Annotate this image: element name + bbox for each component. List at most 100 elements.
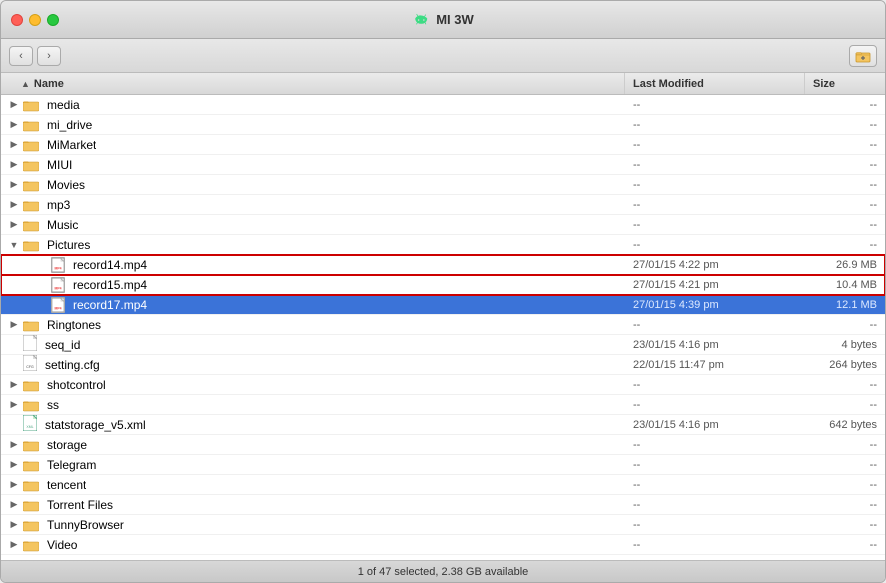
svg-text:MP4: MP4 <box>54 286 61 290</box>
list-item[interactable]: ▶ mi_drive---- <box>1 115 885 135</box>
expand-arrow-icon[interactable]: ▶ <box>9 179 19 190</box>
file-name-cell: ▶ mp3 <box>1 198 625 212</box>
list-item[interactable]: ▼ Pictures---- <box>1 235 885 255</box>
expand-arrow-icon[interactable]: ▶ <box>9 199 19 210</box>
expand-arrow-icon[interactable]: ▶ <box>9 439 19 450</box>
modified-column-header[interactable]: Last Modified <box>625 73 805 94</box>
file-name-cell: ▶ shotcontrol <box>1 378 625 392</box>
file-modified-cell: -- <box>625 559 805 561</box>
file-name-cell: XML statstorage_v5.xml <box>1 415 625 434</box>
expand-arrow-icon[interactable]: ▶ <box>9 319 19 330</box>
list-item[interactable]: ▶ storage---- <box>1 435 885 455</box>
file-name-cell: ▶ MiMarket <box>1 138 625 152</box>
list-item[interactable]: ▶ media---- <box>1 95 885 115</box>
file-name-text: record15.mp4 <box>73 278 147 292</box>
file-name-text: shotcontrol <box>47 378 106 392</box>
file-name-text: Music <box>47 218 78 232</box>
expand-arrow-icon[interactable]: ▼ <box>9 240 19 250</box>
file-size-cell: 10.4 MB <box>805 279 885 291</box>
folder-icon <box>23 558 39 561</box>
file-name-cell: ▶ storage <box>1 438 625 452</box>
forward-button[interactable]: › <box>37 46 61 66</box>
window-title: MI 3W <box>412 11 474 29</box>
file-size-cell: -- <box>805 399 885 411</box>
list-item[interactable]: ▶ Telegram---- <box>1 455 885 475</box>
maximize-button[interactable] <box>47 14 59 26</box>
list-item[interactable]: MP4 record15.mp427/01/15 4:21 pm10.4 MB <box>1 275 885 295</box>
folder-icon <box>23 318 39 332</box>
list-item[interactable]: ▶ ss---- <box>1 395 885 415</box>
expand-arrow-icon[interactable]: ▶ <box>9 159 19 170</box>
list-item[interactable]: ▶ Torrent Files---- <box>1 495 885 515</box>
expand-arrow-icon[interactable]: ▶ <box>9 459 19 470</box>
file-size-cell: -- <box>805 479 885 491</box>
expand-arrow-icon[interactable]: ▶ <box>9 559 19 560</box>
file-size-cell: -- <box>805 179 885 191</box>
name-column-header[interactable]: ▲ Name <box>1 73 625 94</box>
file-name-text: TunnyBrowser <box>47 518 124 532</box>
file-size-cell: 642 bytes <box>805 419 885 431</box>
list-item[interactable]: CFG setting.cfg22/01/15 11:47 pm264 byte… <box>1 355 885 375</box>
cfg-file-icon: CFG <box>23 355 37 374</box>
file-modified-cell: -- <box>625 539 805 551</box>
minimize-button[interactable] <box>29 14 41 26</box>
size-column-header[interactable]: Size <box>805 73 885 94</box>
list-item[interactable]: MP4 record14.mp427/01/15 4:22 pm26.9 MB <box>1 255 885 275</box>
file-list: ▶ media----▶ mi_drive----▶ MiMarket----▶ <box>1 95 885 560</box>
file-size-cell: -- <box>805 539 885 551</box>
file-name-cell: ▶ tencent <box>1 478 625 492</box>
file-modified-cell: -- <box>625 199 805 211</box>
list-item[interactable]: ▶ shotcontrol---- <box>1 375 885 395</box>
file-modified-cell: 23/01/15 4:16 pm <box>625 419 805 431</box>
file-name-text: Telegram <box>47 458 96 472</box>
list-item[interactable]: ▶ MIUI---- <box>1 155 885 175</box>
new-folder-button[interactable] <box>849 45 877 67</box>
file-modified-cell: -- <box>625 399 805 411</box>
list-item[interactable]: ▶ MiMarket---- <box>1 135 885 155</box>
folder-icon <box>23 398 39 412</box>
file-modified-cell: -- <box>625 319 805 331</box>
file-size-cell: 4 bytes <box>805 339 885 351</box>
file-name-text: MiMarket <box>47 138 96 152</box>
expand-arrow-icon[interactable]: ▶ <box>9 499 19 510</box>
list-item[interactable]: ▶ TunnyBrowser---- <box>1 515 885 535</box>
file-modified-cell: -- <box>625 379 805 391</box>
file-modified-cell: -- <box>625 459 805 471</box>
file-modified-cell: 23/01/15 4:16 pm <box>625 339 805 351</box>
list-item[interactable]: ▶ Music---- <box>1 215 885 235</box>
list-item[interactable]: ▶ Video---- <box>1 535 885 555</box>
expand-arrow-icon[interactable]: ▶ <box>9 219 19 230</box>
back-button[interactable]: ‹ <box>9 46 33 66</box>
file-name-text: Movies <box>47 178 85 192</box>
list-item[interactable]: ▶ Ringtones ---- <box>1 315 885 335</box>
expand-arrow-icon[interactable]: ▶ <box>9 519 19 530</box>
file-size-cell: -- <box>805 319 885 331</box>
file-modified-cell: -- <box>625 119 805 131</box>
folder-icon <box>23 138 39 152</box>
expand-arrow-icon[interactable]: ▶ <box>9 99 19 110</box>
file-modified-cell: 27/01/15 4:22 pm <box>625 259 805 271</box>
expand-arrow-icon[interactable]: ▶ <box>9 539 19 550</box>
expand-arrow-icon[interactable]: ▶ <box>9 399 19 410</box>
list-item[interactable]: ▶ mp3---- <box>1 195 885 215</box>
file-size-cell: 264 bytes <box>805 359 885 371</box>
list-item[interactable]: ▶ tencent---- <box>1 475 885 495</box>
generic-file-icon <box>23 335 37 354</box>
list-item[interactable]: seq_id23/01/15 4:16 pm4 bytes <box>1 335 885 355</box>
close-button[interactable] <box>11 14 23 26</box>
expand-arrow-icon[interactable]: ▶ <box>9 139 19 150</box>
nav-bar: ‹ › <box>1 39 885 73</box>
expand-arrow-icon[interactable]: ▶ <box>9 119 19 130</box>
file-name-cell: ▶ Video <box>1 538 625 552</box>
mp4-file-icon: MP4 <box>51 297 65 313</box>
list-item[interactable]: XML statstorage_v5.xml23/01/15 4:16 pm64… <box>1 415 885 435</box>
file-name-text: MIUI <box>47 158 72 172</box>
file-modified-cell: -- <box>625 219 805 231</box>
list-item[interactable]: MP4 record17.mp427/01/15 4:39 pm12.1 MB <box>1 295 885 315</box>
list-item[interactable]: ▶ Movies---- <box>1 175 885 195</box>
folder-icon <box>23 478 39 492</box>
file-name-text: Ringtones <box>47 318 101 332</box>
expand-arrow-icon[interactable]: ▶ <box>9 379 19 390</box>
expand-arrow-icon[interactable]: ▶ <box>9 479 19 490</box>
list-item[interactable]: ▶ ViPER4Android---- <box>1 555 885 560</box>
